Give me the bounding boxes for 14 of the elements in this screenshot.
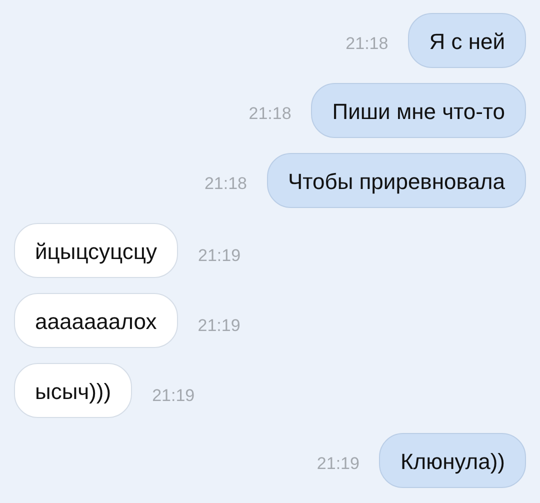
- message-bubble: Я с ней: [408, 13, 526, 68]
- message-time: 21:19: [198, 246, 241, 266]
- message-time: 21:19: [316, 454, 360, 474]
- message-time: 21:19: [198, 316, 240, 336]
- message-time: 21:19: [152, 386, 195, 406]
- message-bubble: Чтобы приревновала: [267, 153, 526, 208]
- message-bubble: ааааааалох: [14, 293, 178, 348]
- message-bubble: Клюнула)): [379, 433, 526, 488]
- message-bubble: Пиши мне что-то: [311, 83, 526, 138]
- message-bubble: ысыч))): [14, 363, 132, 418]
- message-time: 21:18: [346, 34, 388, 54]
- message-time: 21:18: [248, 104, 292, 124]
- message-bubble: йцыцсуцсцу: [14, 223, 178, 278]
- message-time: 21:18: [204, 174, 248, 194]
